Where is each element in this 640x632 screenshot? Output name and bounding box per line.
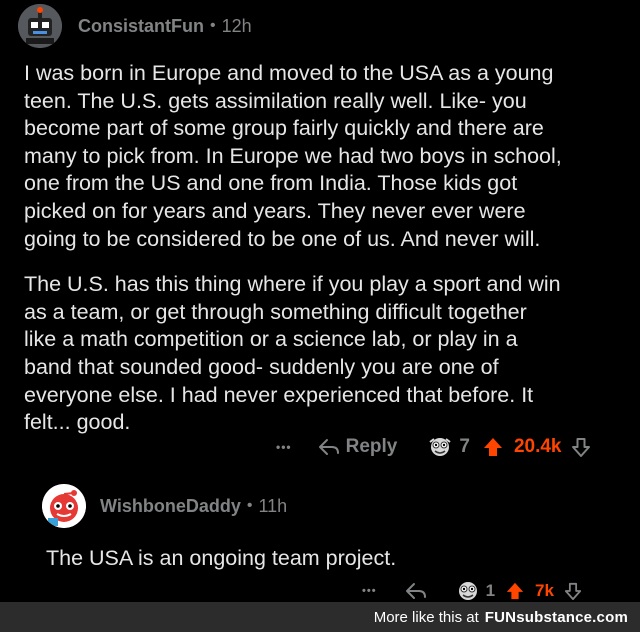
comment-paragraph: The U.S. has this thing where if you pla… [24, 271, 624, 437]
upvote-button[interactable] [482, 436, 504, 458]
downvote-button[interactable] [564, 581, 582, 601]
avatar-snoo-icon [42, 484, 86, 528]
text-line: going to be considered to be one of us. … [24, 226, 541, 251]
avatar[interactable] [18, 4, 62, 48]
reply-button[interactable]: Reply [318, 436, 398, 458]
brand-rest: substance.com [516, 608, 628, 626]
text-line: picked on for years and years. They neve… [24, 198, 526, 223]
upvote-button[interactable] [505, 581, 525, 601]
reply-label: Reply [345, 436, 398, 457]
timestamp: 12h [221, 15, 252, 36]
more-options-button[interactable]: ••• [276, 440, 292, 454]
downvote-arrow-icon [572, 438, 591, 457]
username[interactable]: ConsistantFun [78, 16, 204, 37]
text-line: band that sounded good- suddenly you are… [24, 354, 499, 379]
text-line: everyone else. I had never experienced t… [24, 382, 534, 407]
brand-bold: FUN [484, 608, 517, 626]
award-button[interactable]: 1 [455, 580, 495, 602]
upvote-count: 7k [535, 581, 554, 600]
text-line: felt... good. [24, 410, 131, 435]
text-line: as a team, or get through something diff… [24, 299, 527, 324]
upvote-arrow-icon [506, 582, 524, 600]
downvote-button[interactable] [571, 436, 591, 458]
separator-dot: • [246, 497, 253, 514]
comment-text: The USA is an ongoing team project. [46, 546, 397, 570]
comment-body: I was born in Europe and moved to the US… [24, 60, 624, 437]
award-count: 1 [485, 581, 496, 600]
separator-dot: • [210, 17, 216, 34]
comment-header: ConsistantFun • 12h [18, 4, 252, 48]
text-line: become part of some group fairly quickly… [24, 116, 544, 141]
reply-comment-body: The USA is an ongoing team project. [46, 544, 606, 572]
reply-button[interactable] [405, 581, 427, 601]
reply-arrow-icon [405, 583, 426, 599]
award-count: 7 [459, 436, 470, 457]
text-line: teen. The U.S. gets assimilation really … [24, 88, 527, 113]
award-button[interactable]: 7 [427, 436, 470, 458]
more-options-button[interactable]: ••• [362, 585, 377, 597]
reply-comment-header: WishboneDaddy • 11h [42, 484, 287, 528]
avatar[interactable] [42, 484, 86, 528]
footer-prefix: More like this at [373, 608, 479, 626]
username[interactable]: WishboneDaddy [100, 496, 241, 517]
award-face-icon [429, 438, 451, 456]
text-line: I was born in Europe and moved to the US… [24, 61, 554, 85]
text-line: many to pick from. In Europe we had two … [24, 143, 562, 168]
text-line: like a math competition or a science lab… [24, 327, 518, 352]
text-line: The U.S. has this thing where if you pla… [24, 272, 561, 297]
reply-action-bar: ••• 1 7k [362, 578, 582, 604]
comment-paragraph: I was born in Europe and moved to the US… [24, 60, 624, 253]
comment-action-bar: ••• Reply 7 20.4k [276, 432, 591, 462]
upvote-arrow-icon [483, 438, 502, 456]
upvote-count: 20.4k [513, 436, 562, 457]
watermark-footer: More like this at FUNsubstance.com [0, 602, 640, 632]
reply-arrow-icon [318, 439, 339, 455]
timestamp: 11h [258, 495, 288, 516]
award-face-icon [458, 582, 477, 600]
text-line: one from the US and one from India. Thos… [24, 171, 518, 196]
downvote-arrow-icon [564, 582, 582, 600]
site-link[interactable]: FUNsubstance.com [485, 609, 628, 626]
avatar-robot-icon [18, 4, 62, 48]
